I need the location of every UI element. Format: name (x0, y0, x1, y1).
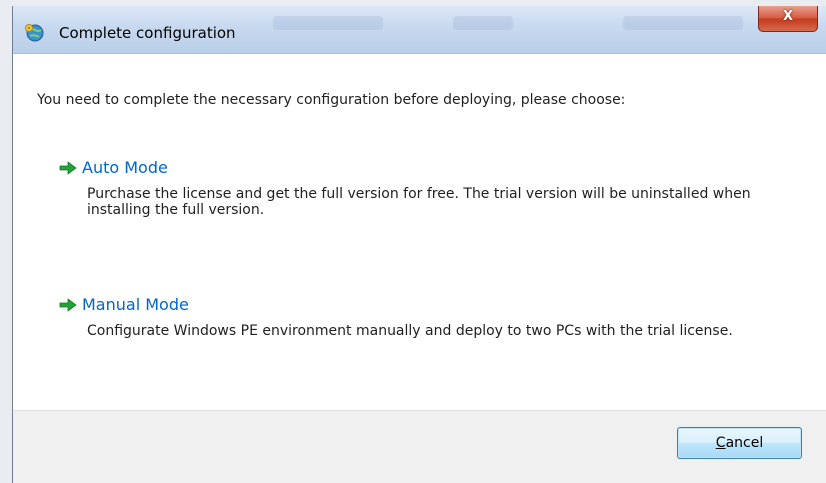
auto-mode-label[interactable]: Auto Mode (82, 158, 168, 178)
dialog-content: You need to complete the necessary confi… (13, 54, 826, 410)
title-bar[interactable]: Complete configuration X (13, 6, 826, 54)
cancel-label: ancel (725, 435, 764, 451)
cancel-button[interactable]: Cancel (677, 427, 802, 459)
auto-mode-link[interactable]: Auto Mode (59, 158, 806, 178)
close-button[interactable]: X (758, 6, 818, 32)
gear-globe-icon (25, 24, 44, 42)
intro-text: You need to complete the necessary confi… (37, 92, 626, 108)
manual-mode-label[interactable]: Manual Mode (82, 295, 189, 315)
dialog-footer: Cancel (13, 410, 826, 483)
auto-mode-description: Purchase the license and get the full ve… (87, 186, 751, 218)
manual-mode-description: Configurate Windows PE environment manua… (87, 323, 733, 339)
manual-mode-link[interactable]: Manual Mode (59, 295, 806, 315)
green-arrow-right-icon (59, 161, 77, 175)
background-blur (623, 16, 743, 30)
background-blur (453, 16, 513, 30)
dialog-window: Complete configuration X You need to com… (12, 6, 826, 483)
green-arrow-right-icon (59, 298, 77, 312)
option-manual-mode: Manual Mode Configurate Windows PE envir… (59, 295, 806, 339)
window-title: Complete configuration (59, 24, 236, 42)
cancel-accelerator: C (715, 435, 726, 451)
background-blur (273, 16, 383, 30)
close-icon: X (782, 9, 794, 24)
option-auto-mode: Auto Mode Purchase the license and get t… (59, 158, 806, 218)
